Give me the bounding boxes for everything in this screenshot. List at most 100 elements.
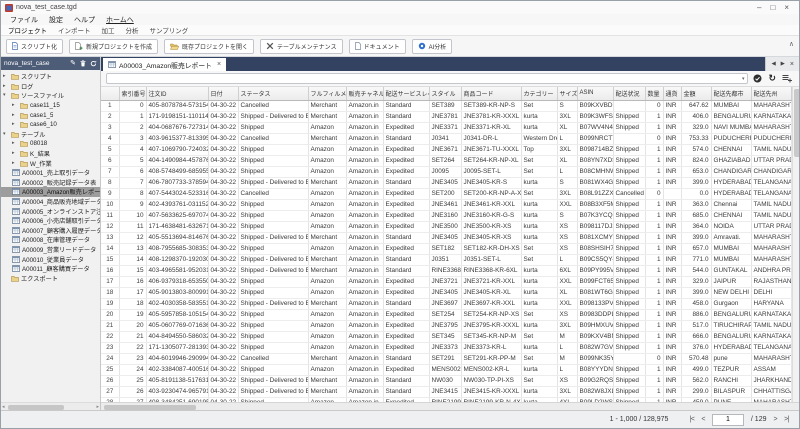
grid-cell[interactable]: 1: [645, 265, 663, 276]
new-project-button[interactable]: 新規プロジェクトを作成: [69, 39, 158, 54]
grid-cell[interactable]: PUDUCHERRY: [711, 133, 751, 144]
grid-cell[interactable]: SET182-KR-DH-XS: [461, 243, 521, 254]
grid-cell[interactable]: Shipped: [613, 111, 645, 122]
grid-cell[interactable]: JNE3500: [429, 221, 461, 232]
chevron-collapsed-icon[interactable]: ▸: [12, 161, 18, 166]
grid-cell[interactable]: Merchant: [308, 254, 346, 265]
grid-cell[interactable]: JHARKHAND: [751, 375, 791, 386]
grid-cell[interactable]: B09PY995VJ: [577, 265, 613, 276]
grid-cell[interactable]: 647.62: [681, 100, 711, 111]
grid-cell[interactable]: Shipped: [238, 221, 308, 232]
grid-cell[interactable]: B07K3YCQLF: [577, 210, 613, 221]
grid-cell[interactable]: 1: [645, 199, 663, 210]
grid-cell[interactable]: 04-30-22: [208, 320, 238, 331]
row-number-cell[interactable]: 10: [101, 199, 119, 210]
grid-cell[interactable]: 04-30-22: [208, 155, 238, 166]
grid-cell[interactable]: Merchant: [308, 133, 346, 144]
grid-cell[interactable]: XL: [557, 287, 577, 298]
column-header-3[interactable]: 日付: [208, 87, 238, 100]
grid-cell[interactable]: 04-30-22: [208, 199, 238, 210]
column-header-4[interactable]: ステータス: [238, 87, 308, 100]
grid-cell[interactable]: Amazon.in: [346, 100, 383, 111]
grid-cell[interactable]: NW030-TP-PI-XS: [461, 375, 521, 386]
grid-cell[interactable]: 26: [119, 386, 146, 397]
grid-cell[interactable]: 04-30-22: [208, 111, 238, 122]
grid-cell[interactable]: 3XL: [557, 188, 577, 199]
grid-cell[interactable]: ASSAM: [751, 364, 791, 375]
column-header-7[interactable]: 配送サービスレベル: [383, 87, 429, 100]
grid-cell[interactable]: 22: [119, 342, 146, 353]
ribbon-tab-analysis[interactable]: 分析: [126, 25, 139, 35]
grid-cell[interactable]: 25: [119, 375, 146, 386]
sidebar-horizontal-scrollbar[interactable]: ◂ ▸: [1, 402, 100, 410]
grid-cell[interactable]: BENGALURU: [711, 331, 751, 342]
row-number-cell[interactable]: 12: [101, 221, 119, 232]
grid-cell[interactable]: 4: [119, 144, 146, 155]
grid-cell[interactable]: kurta: [521, 287, 557, 298]
grid-cell[interactable]: 544.0: [681, 265, 711, 276]
grid-cell[interactable]: L: [557, 166, 577, 177]
grid-cell[interactable]: INR: [663, 122, 681, 133]
grid-cell[interactable]: 24: [119, 364, 146, 375]
grid-cell[interactable]: M: [557, 353, 577, 364]
grid-cell[interactable]: MENS002-KR-L: [461, 364, 521, 375]
grid-cell[interactable]: Shipped: [613, 320, 645, 331]
grid-cell[interactable]: 04-30-22: [208, 144, 238, 155]
grid-cell[interactable]: Merchant: [308, 386, 346, 397]
grid-cell[interactable]: INR: [663, 386, 681, 397]
sidebar-scrollbar-thumb[interactable]: [8, 405, 64, 410]
grid-cell[interactable]: kurta: [521, 276, 557, 287]
grid-cell[interactable]: 16: [119, 276, 146, 287]
grid-cell[interactable]: UTTAR PRADESH: [751, 221, 791, 232]
grid-cell[interactable]: INR: [663, 144, 681, 155]
grid-cell[interactable]: 12: [119, 232, 146, 243]
grid-cell[interactable]: Amazon.in: [346, 210, 383, 221]
grid-cell[interactable]: 1: [645, 375, 663, 386]
grid-cell[interactable]: Amazon.in: [346, 265, 383, 276]
grid-cell[interactable]: Set: [521, 100, 557, 111]
grid-cell[interactable]: 407-5443024-5233168: [146, 188, 208, 199]
grid-cell[interactable]: TELANGANA: [751, 177, 791, 188]
ribbon-tab-import[interactable]: インポート: [58, 25, 91, 35]
grid-cell[interactable]: PUDUCHERRY: [751, 133, 791, 144]
grid-cell[interactable]: CHENNAI: [711, 210, 751, 221]
grid-cell[interactable]: INR: [663, 133, 681, 144]
grid-cell[interactable]: 657.0: [681, 243, 711, 254]
grid-cell[interactable]: B07WV4N4VD: [577, 122, 613, 133]
grid-cell[interactable]: INR: [663, 298, 681, 309]
grid-cell[interactable]: Set: [521, 188, 557, 199]
grid-cell[interactable]: kurta: [521, 221, 557, 232]
grid-cell[interactable]: Expedited: [383, 210, 429, 221]
grid-cell[interactable]: B08B3XF5MH: [577, 199, 613, 210]
grid-cell[interactable]: 04-30-22: [208, 331, 238, 342]
open-project-button[interactable]: 既存プロジェクトを開く: [164, 39, 254, 54]
grid-cell[interactable]: 0: [645, 100, 663, 111]
tree-w-work[interactable]: ▸W_作業: [1, 158, 100, 168]
grid-cell[interactable]: Amazon: [308, 122, 346, 133]
grid-cell[interactable]: kurta: [521, 265, 557, 276]
grid-cell[interactable]: Expedited: [383, 320, 429, 331]
tree-a00001[interactable]: A00001_売上取引データ: [1, 168, 100, 178]
grid-cell[interactable]: JNE3781: [429, 111, 461, 122]
grid-cell[interactable]: B082W8JXL9: [577, 386, 613, 397]
row-number-cell[interactable]: 4: [101, 133, 119, 144]
grid-cell[interactable]: 18: [119, 298, 146, 309]
grid-cell[interactable]: B09KXV4BNS: [577, 331, 613, 342]
grid-cell[interactable]: 404-0687676-7273146: [146, 122, 208, 133]
grid-cell[interactable]: J0341-DR-L: [461, 133, 521, 144]
grid-cell[interactable]: JNE3415-KR-XXXL: [461, 386, 521, 397]
grid-cell[interactable]: TAMIL NADU: [751, 210, 791, 221]
grid-cell[interactable]: 399.0: [681, 177, 711, 188]
grid-cell[interactable]: L: [557, 254, 577, 265]
grid-cell[interactable]: 19: [119, 309, 146, 320]
grid-cell[interactable]: GUNTAKAL: [711, 265, 751, 276]
next-page-button[interactable]: >: [774, 416, 778, 423]
grid-cell[interactable]: Shipped: [613, 122, 645, 133]
grid-cell[interactable]: INR: [663, 254, 681, 265]
tree-case6-10[interactable]: ▸case6_10: [1, 120, 100, 130]
grid-cell[interactable]: JNE3671-TU-XXXL: [461, 144, 521, 155]
tree-k-result[interactable]: ▸K_結果: [1, 149, 100, 159]
grid-cell[interactable]: MAHARASHTRA: [751, 243, 791, 254]
grid-cell[interactable]: 21: [119, 331, 146, 342]
grid-cell[interactable]: JNE3461: [429, 199, 461, 210]
